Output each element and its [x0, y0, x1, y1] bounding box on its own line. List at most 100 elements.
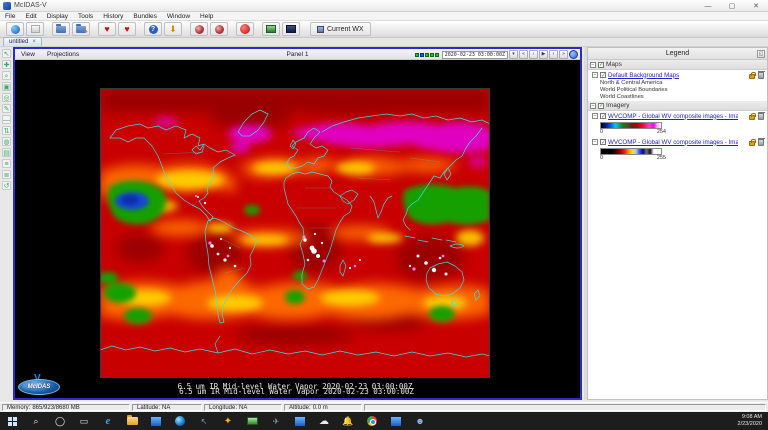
file-explorer-button[interactable]: [120, 412, 144, 430]
last-frame-button[interactable]: »: [559, 50, 568, 59]
timestamp-display[interactable]: 2020-02-23 03:00:00Z: [441, 50, 508, 59]
wvcomp1-colorbar[interactable]: [600, 122, 662, 129]
photos-button[interactable]: [144, 412, 168, 430]
menu-file[interactable]: File: [0, 12, 20, 21]
menu-history[interactable]: History: [98, 12, 128, 21]
menu-bundles[interactable]: Bundles: [128, 12, 162, 21]
legend-item-wvcomp-1[interactable]: − WVCOMP - Global WV composite images - …: [588, 111, 767, 121]
collapse-icon[interactable]: −: [592, 113, 598, 119]
legend-item-wvcomp-2[interactable]: − WVCOMP - Global WV composite images - …: [588, 137, 767, 147]
pointer-app-button[interactable]: ↖: [192, 412, 216, 430]
add-favorite-button[interactable]: ♥: [98, 22, 116, 36]
plane-app-button[interactable]: ✈: [264, 412, 288, 430]
wvcomp2-checkbox[interactable]: [600, 139, 606, 146]
install-plugin-button[interactable]: ⬇: [164, 22, 182, 36]
task-view-button[interactable]: ▭: [72, 412, 96, 430]
default-maps-link[interactable]: Default Background Maps: [608, 72, 679, 79]
help-button[interactable]: ?: [144, 22, 162, 36]
globe-app-button[interactable]: [168, 412, 192, 430]
cortana-button[interactable]: ◯: [48, 412, 72, 430]
legend-item-default-maps[interactable]: − Default Background Maps: [588, 70, 767, 80]
maximize-button[interactable]: ▢: [720, 0, 744, 12]
side-tool-icon-4[interactable]: ▣: [2, 82, 11, 91]
side-tool-icon-11[interactable]: ≡: [2, 159, 11, 168]
wv-composite-map[interactable]: [98, 88, 494, 378]
frame-square[interactable]: [429, 52, 434, 57]
stop-loads-button[interactable]: [236, 22, 254, 36]
menu-tools[interactable]: Tools: [73, 12, 98, 21]
imagery-checkbox[interactable]: [598, 102, 604, 109]
lock-icon[interactable]: [749, 139, 756, 146]
close-button[interactable]: ✕: [744, 0, 768, 12]
side-tool-icon-3[interactable]: ⌕: [2, 71, 11, 80]
mcidas-taskbar-button[interactable]: ✦: [216, 412, 240, 430]
search-button[interactable]: ⌕: [24, 412, 48, 430]
app-window2-button[interactable]: [384, 412, 408, 430]
frame-square-active[interactable]: [419, 52, 424, 57]
trash-icon[interactable]: [758, 112, 765, 120]
weather-app-button[interactable]: ☁: [312, 412, 336, 430]
side-tool-icon-6[interactable]: ✎: [2, 104, 11, 113]
side-tool-icon-9[interactable]: ◍: [2, 137, 11, 146]
side-tool-icon-7[interactable]: —: [2, 115, 11, 124]
manage-favorites-button[interactable]: ♥: [118, 22, 136, 36]
taskbar-clock[interactable]: 9:08 AM 2/23/2020: [738, 414, 768, 428]
edge-button[interactable]: e: [96, 412, 120, 430]
notifications-button[interactable]: 🔔: [336, 412, 360, 430]
wvcomp2-link[interactable]: WVCOMP - Global WV composite images - Im…: [608, 139, 738, 146]
side-tool-icon-10[interactable]: ▤: [2, 148, 11, 157]
lock-icon[interactable]: [749, 72, 756, 79]
wvcomp1-checkbox[interactable]: [600, 113, 606, 120]
first-frame-button[interactable]: «: [519, 50, 528, 59]
night-image-button[interactable]: [282, 22, 300, 36]
layer-controls-button[interactable]: [26, 22, 44, 36]
contacts-button[interactable]: ☻: [408, 412, 432, 430]
side-tool-icon-1[interactable]: ↖: [2, 49, 11, 58]
frame-square[interactable]: [434, 52, 439, 57]
menu-help[interactable]: Help: [195, 12, 218, 21]
menu-display[interactable]: Display: [42, 12, 73, 21]
loop-properties-button[interactable]: [569, 50, 578, 59]
side-tool-icon-2[interactable]: ✚: [2, 60, 11, 69]
chrome-button[interactable]: [360, 412, 384, 430]
lock-icon[interactable]: [749, 113, 756, 120]
legend-group-imagery[interactable]: − Imagery: [588, 101, 767, 111]
frame-square[interactable]: [414, 52, 419, 57]
collapse-icon[interactable]: −: [592, 72, 598, 78]
maps-checkbox[interactable]: [598, 61, 604, 68]
minimize-button[interactable]: —: [696, 0, 720, 12]
side-tool-icon-8[interactable]: ⇅: [2, 126, 11, 135]
frame-indicator[interactable]: [414, 52, 439, 57]
side-tool-icon-12[interactable]: ≣: [2, 170, 11, 179]
step-forward-button[interactable]: ›: [549, 50, 558, 59]
tab-untitled[interactable]: untitled ×: [3, 37, 42, 46]
default-maps-checkbox[interactable]: [600, 72, 606, 79]
collapse-icon[interactable]: −: [590, 61, 596, 68]
background-image-button[interactable]: [262, 22, 280, 36]
undock-legend-icon[interactable]: ◱: [757, 50, 765, 58]
window-app-button[interactable]: [288, 412, 312, 430]
play-button[interactable]: ▶: [539, 50, 548, 59]
trash-icon[interactable]: [758, 71, 765, 79]
undock-button[interactable]: [190, 22, 208, 36]
start-button[interactable]: [0, 412, 24, 430]
side-tool-icon-5[interactable]: ◎: [2, 93, 11, 102]
step-back-button[interactable]: ‹: [529, 50, 538, 59]
panel-menu-view[interactable]: View: [15, 51, 41, 58]
tab-close-icon[interactable]: ×: [32, 39, 36, 45]
image-app-button[interactable]: [240, 412, 264, 430]
data-explorer-button[interactable]: [6, 22, 24, 36]
wvcomp1-link[interactable]: WVCOMP - Global WV composite images - Im…: [608, 113, 738, 120]
trash-icon[interactable]: [758, 138, 765, 146]
save-bundle-button[interactable]: [72, 22, 90, 36]
current-wx-button[interactable]: Current WX: [310, 22, 371, 36]
frame-square[interactable]: [424, 52, 429, 57]
collapse-icon[interactable]: −: [590, 102, 596, 109]
map-viewport[interactable]: 6.5 um IR Mid-level Water Vapor 2020-02-…: [15, 60, 580, 398]
wvcomp2-colorbar[interactable]: [600, 148, 662, 155]
timestamp-dropdown-button[interactable]: ▾: [509, 50, 518, 59]
legend-group-maps[interactable]: − Maps: [588, 60, 767, 70]
open-bundle-button[interactable]: [52, 22, 70, 36]
panel-menu-projections[interactable]: Projections: [41, 51, 85, 58]
dock-button[interactable]: [210, 22, 228, 36]
